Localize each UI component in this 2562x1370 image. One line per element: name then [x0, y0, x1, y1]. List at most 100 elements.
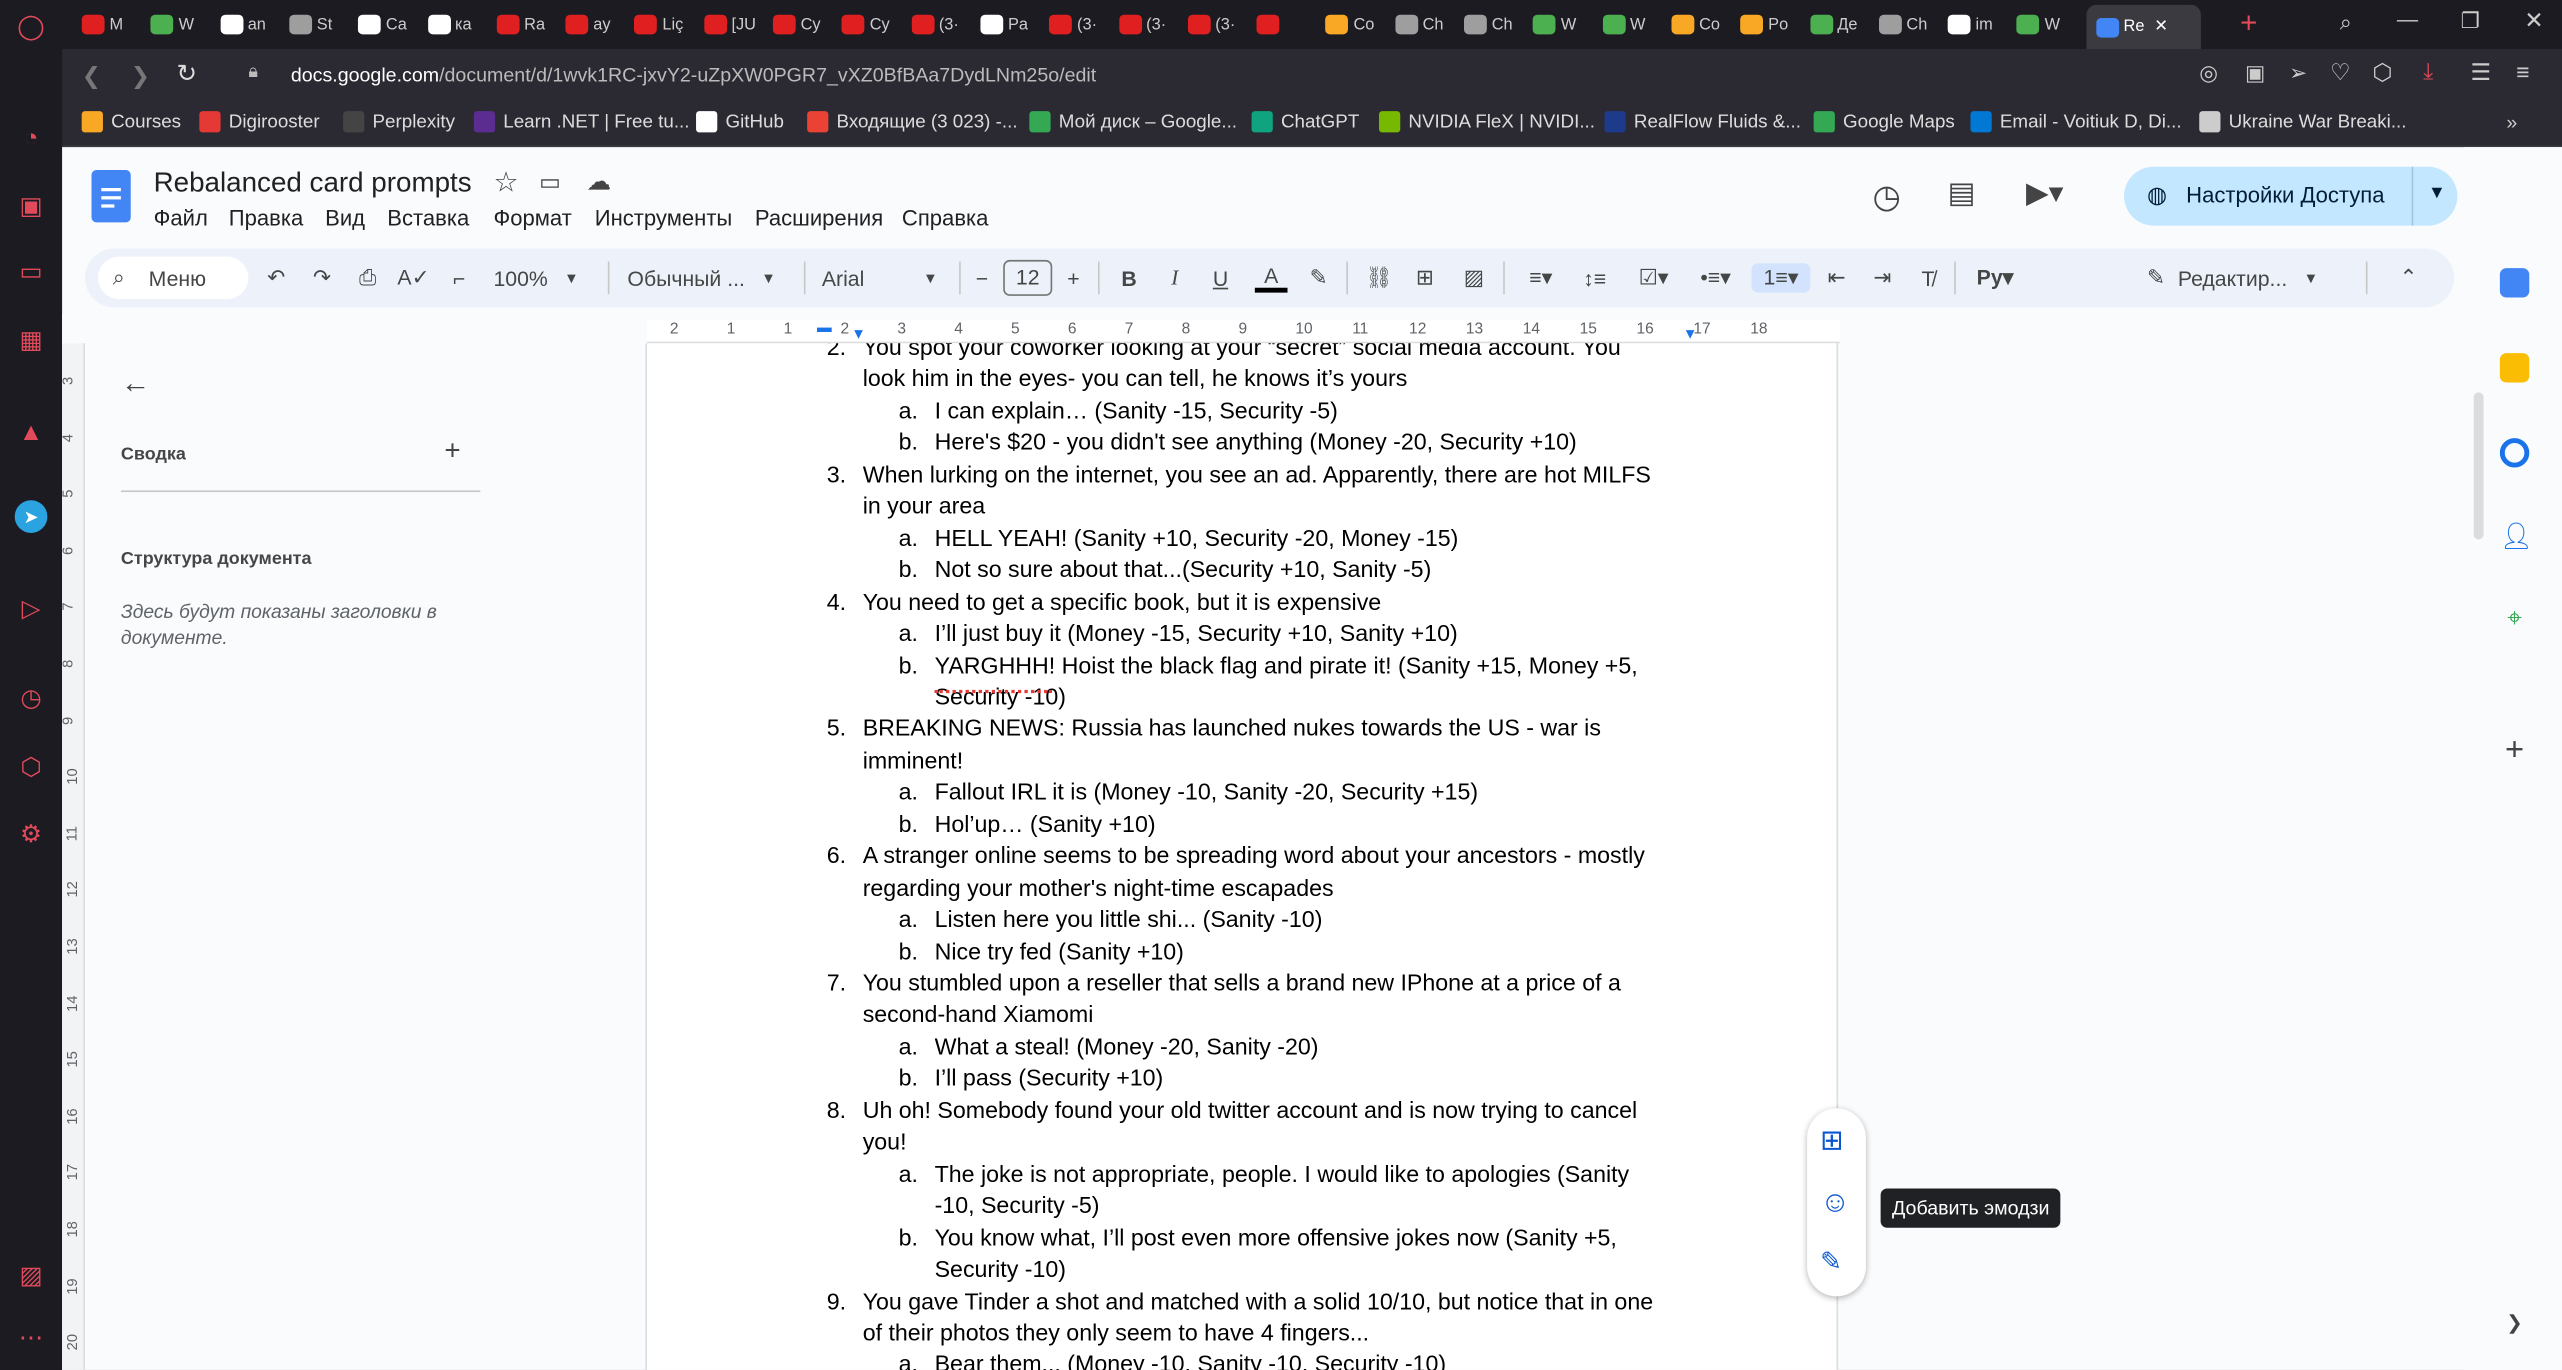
share-button[interactable]: ◍ Настройки Доступа ▼	[2124, 166, 2458, 226]
document-text-line[interactable]: Listen here you little shi... (Sanity -1…	[935, 907, 1323, 933]
url-field[interactable]: docs.google.com/document/d/1wvk1RC-jxvY2…	[291, 59, 2170, 92]
reload-icon[interactable]: ↻	[176, 59, 197, 88]
browser-tab[interactable]: W	[2016, 8, 2079, 41]
document-text-line[interactable]: The joke is not appropriate, people. I w…	[935, 1162, 1630, 1188]
search-tabs-icon[interactable]: ⌕	[2340, 10, 2352, 36]
player-icon[interactable]: ▷	[15, 592, 48, 625]
menu-extensions[interactable]: Расширения	[755, 206, 883, 231]
add-comment-icon[interactable]: ⊞	[1408, 263, 1441, 292]
document-text-line[interactable]: YARGHHH! Hoist the black flag and pirate…	[935, 653, 1638, 679]
text-color-icon[interactable]: A	[1254, 263, 1288, 293]
bookmark-item[interactable]: Google Maps	[1813, 111, 1955, 133]
right-indent-marker[interactable]: ▼	[1683, 325, 1698, 341]
briefcase-icon[interactable]: ▣	[15, 190, 48, 223]
back-icon[interactable]: ❮	[82, 62, 101, 90]
bookmarks-overflow-icon[interactable]: »	[2506, 111, 2517, 134]
document-text-line[interactable]: second-hand Xiamomi	[863, 1003, 1094, 1029]
document-text-line[interactable]: You stumbled upon a reseller that sells …	[863, 971, 1621, 997]
music-icon[interactable]: ▦	[15, 324, 48, 357]
menu-edit[interactable]: Правка	[229, 206, 304, 231]
comments-icon[interactable]: ▤	[1948, 177, 1976, 211]
add-addon-icon[interactable]: +	[2500, 732, 2529, 768]
first-line-indent-marker[interactable]: ▬	[817, 319, 832, 335]
browser-tab[interactable]: (3·	[1118, 8, 1180, 41]
download-icon[interactable]: ⤓	[2423, 57, 2433, 85]
clear-formatting-icon[interactable]: T̸	[1912, 263, 1945, 292]
increase-font-size-icon[interactable]: +	[1062, 263, 1085, 292]
browser-tab[interactable]: Ca	[358, 8, 420, 41]
send-icon[interactable]: ➢	[2289, 60, 2307, 86]
document-text-line[interactable]: Uh oh! Somebody found your old twitter a…	[863, 1098, 1637, 1124]
meet-icon[interactable]: ▶▾	[2026, 177, 2063, 211]
close-tab-icon[interactable]: ✕	[2154, 18, 2168, 36]
redo-icon[interactable]: ↷	[307, 263, 336, 292]
document-text-line[interactable]: You need to get a specific book, but it …	[863, 589, 1381, 615]
speed-dial-icon[interactable]: ◔	[15, 121, 48, 154]
browser-tab[interactable]: Де	[1809, 8, 1872, 41]
opera-logo-icon[interactable]: ◯	[15, 10, 48, 43]
editing-mode-select[interactable]: ✎ Редактир... ▼	[2147, 263, 2343, 292]
suggest-edit-icon[interactable]: ✎	[1820, 1246, 1842, 1279]
version-history-icon[interactable]: ◷	[1872, 177, 1901, 218]
gallery-icon[interactable]: ▨	[15, 1259, 48, 1292]
easy-setup-icon[interactable]: ☰	[2470, 59, 2491, 87]
extensions-cube-icon[interactable]: ⬡	[15, 750, 48, 783]
bookmark-item[interactable]: Digirooster	[199, 111, 320, 133]
align-icon[interactable]: ≡▾	[1516, 263, 1565, 292]
document-text-line[interactable]: Security -10)	[935, 1257, 1066, 1283]
decrease-font-size-icon[interactable]: −	[971, 263, 994, 292]
document-text-line[interactable]: regarding your mother's night-time escap…	[863, 876, 1334, 902]
document-text-line[interactable]: Security -10)	[935, 685, 1066, 711]
browser-tab[interactable]: (3·	[911, 8, 973, 41]
document-text-line[interactable]: -10, Security -5)	[935, 1194, 1100, 1220]
menu-search-input[interactable]: ⌕ Меню	[98, 256, 249, 300]
document-text-line[interactable]: Nice try fed (Sanity +10)	[935, 939, 1184, 965]
document-text-line[interactable]: Fallout IRL it is (Money -10, Sanity -20…	[935, 780, 1478, 806]
bookmark-item[interactable]: RealFlow Fluids &...	[1604, 111, 1801, 133]
bookmark-item[interactable]: Courses	[81, 111, 181, 133]
numbered-list-icon[interactable]: 1≡▾	[1751, 263, 1811, 293]
highlight-icon[interactable]: ✎	[1304, 263, 1333, 292]
spellcheck-icon[interactable]: A✓	[397, 263, 429, 292]
font-size-input[interactable]: 12	[1003, 259, 1053, 296]
style-select[interactable]: Обычный ... ▼	[627, 263, 787, 292]
document-text-line[interactable]: Here's $20 - you didn't see anything (Mo…	[935, 431, 1577, 457]
document-text-line[interactable]: in your area	[863, 494, 985, 520]
menu-icon[interactable]: ≡	[2516, 59, 2529, 85]
document-text-line[interactable]: I’ll just buy it (Money -15, Security +1…	[935, 621, 1458, 647]
browser-tab[interactable]: Po	[1740, 8, 1802, 41]
document-text-line[interactable]: You spot your coworker looking at your “…	[863, 343, 1621, 361]
link-icon[interactable]: ⛓	[1363, 263, 1396, 292]
browser-tab[interactable]: St	[289, 8, 351, 41]
share-dropdown-icon[interactable]: ▼	[2428, 183, 2446, 203]
left-indent-marker[interactable]: ▼	[851, 325, 866, 341]
minimize-icon[interactable]: —	[2397, 7, 2418, 32]
document-text-line[interactable]: A stranger online seems to be spreading …	[863, 844, 1645, 870]
browser-tab[interactable]: Ch	[1394, 8, 1457, 41]
browser-tab[interactable]: M	[81, 8, 144, 41]
paint-format-icon[interactable]: ⌐	[444, 263, 473, 292]
maps-icon[interactable]: ⌖	[2500, 605, 2529, 634]
undo-icon[interactable]: ↶	[261, 263, 290, 292]
browser-tab[interactable]: an	[219, 8, 282, 41]
browser-tab[interactable]: Cy	[841, 8, 904, 41]
document-text-line[interactable]: What a steal! (Money -20, Sanity -20)	[935, 1035, 1319, 1061]
tasks-icon[interactable]	[2499, 438, 2530, 468]
decrease-indent-icon[interactable]: ⇤	[1820, 263, 1853, 292]
document-text-line[interactable]: Hol’up… (Sanity +10)	[935, 812, 1156, 838]
new-tab-icon[interactable]: +	[2240, 7, 2257, 41]
insert-image-icon[interactable]: ▨	[1457, 263, 1490, 292]
restore-icon[interactable]: ❐	[2461, 8, 2480, 34]
underline-icon[interactable]: U	[1206, 263, 1235, 292]
document-text-line[interactable]: I can explain… (Sanity -15, Security -5)	[935, 399, 1338, 425]
line-spacing-icon[interactable]: ↕≡	[1578, 263, 1611, 292]
menu-view[interactable]: Вид	[325, 206, 365, 231]
document-text-line[interactable]: HELL YEAH! (Sanity +10, Security -20, Mo…	[935, 526, 1459, 552]
browser-tab[interactable]: W	[1533, 8, 1595, 41]
menu-tools[interactable]: Инструменты	[595, 206, 733, 231]
browser-tab[interactable]: Co	[1671, 8, 1733, 41]
document-text-line[interactable]: I’ll pass (Security +10)	[935, 1066, 1164, 1092]
browser-tab[interactable]: Cy	[772, 8, 835, 41]
zoom-select[interactable]: 100% ▼	[493, 263, 591, 292]
bookmark-item[interactable]: Мой диск – Google...	[1029, 111, 1237, 133]
